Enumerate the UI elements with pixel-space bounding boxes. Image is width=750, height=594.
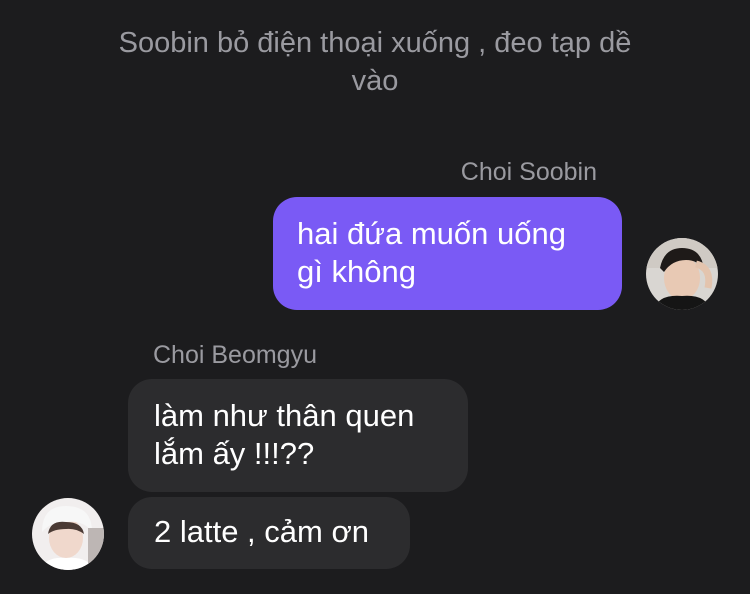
avatar-soobin[interactable] — [646, 238, 718, 310]
message-bubble-incoming[interactable]: 2 latte , cảm ơn — [128, 497, 410, 569]
avatar-photo-icon — [32, 498, 104, 570]
sender-name-soobin: Choi Soobin — [460, 158, 597, 186]
avatar-photo-icon — [646, 238, 718, 310]
sender-name-beomgyu: Choi Beomgyu — [153, 341, 317, 369]
avatar-beomgyu[interactable] — [32, 498, 104, 570]
narration-text: Soobin bỏ điện thoại xuống , đeo tạp dề … — [118, 27, 632, 97]
chat-thread: Soobin bỏ điện thoại xuống , đeo tạp dề … — [0, 0, 750, 594]
message-bubble-incoming[interactable]: làm như thân quen lắm ấy !!!?? — [128, 379, 468, 492]
message-bubble-outgoing[interactable]: hai đứa muốn uống gì không — [273, 197, 622, 310]
